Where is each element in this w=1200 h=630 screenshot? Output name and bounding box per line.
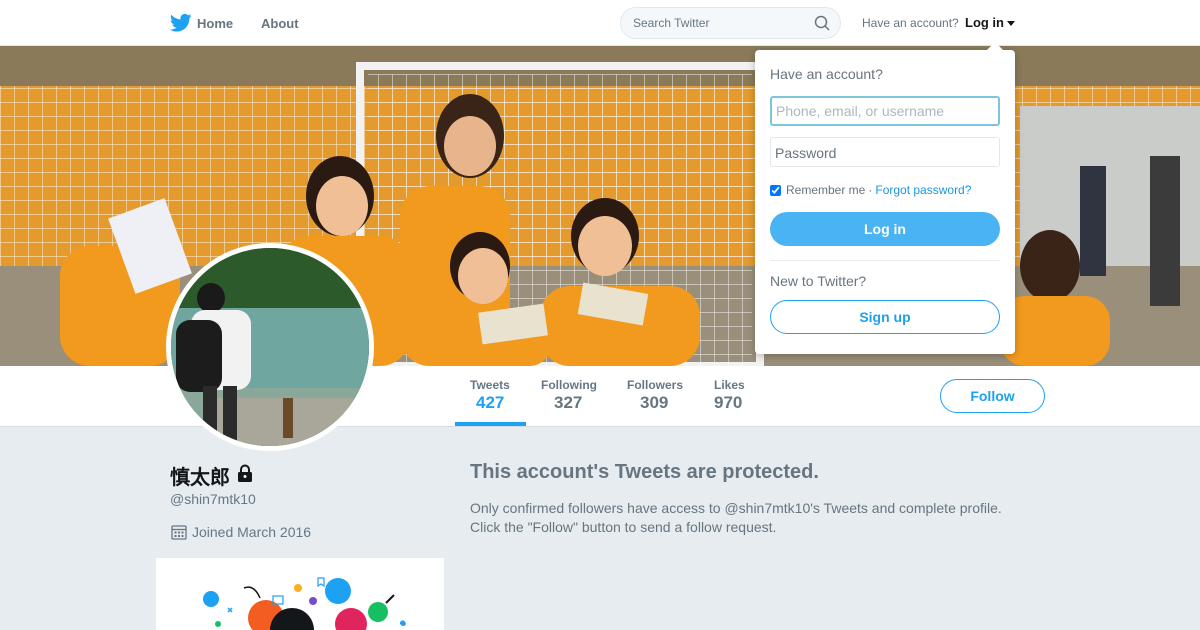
login-dropdown: Have an account? Password Remember me · … bbox=[755, 42, 1015, 354]
nav-about-link[interactable]: About bbox=[261, 16, 299, 31]
promo-card-illustration bbox=[203, 577, 406, 630]
username-field[interactable] bbox=[770, 96, 1000, 126]
lock-icon bbox=[238, 464, 252, 482]
search-icon[interactable] bbox=[814, 15, 830, 31]
stat-value: 309 bbox=[640, 393, 669, 412]
forgot-password-link[interactable]: Forgot password? bbox=[875, 183, 971, 197]
top-navigation-bar: Home About Search Twitter Have an accoun… bbox=[0, 0, 1200, 46]
stat-label: Followers bbox=[627, 378, 684, 392]
remember-me-label[interactable]: Remember me bbox=[786, 183, 865, 197]
twitter-bird-icon[interactable] bbox=[170, 13, 192, 33]
signup-button[interactable]: Sign up bbox=[770, 300, 1000, 334]
following-stat[interactable]: Following 327 bbox=[541, 378, 597, 413]
password-field[interactable] bbox=[770, 137, 1000, 167]
protected-message-line: Only confirmed followers have access to … bbox=[470, 500, 1002, 516]
remember-row: Remember me · Forgot password? bbox=[770, 183, 971, 197]
dropdown-heading: Have an account? bbox=[770, 66, 883, 82]
active-tab-indicator bbox=[455, 422, 526, 426]
nav-home-link[interactable]: Home bbox=[197, 16, 233, 31]
profile-handle[interactable]: @shin7mtk10 bbox=[170, 491, 256, 507]
dropdown-arrow bbox=[987, 42, 1003, 50]
calendar-icon bbox=[171, 525, 187, 540]
tweets-stat[interactable]: Tweets 427 bbox=[470, 378, 510, 413]
profile-name[interactable]: 慎太郎 bbox=[170, 461, 230, 490]
caret-down-icon[interactable] bbox=[1007, 21, 1015, 26]
promo-card bbox=[156, 558, 444, 630]
separator-dot: · bbox=[868, 183, 873, 197]
joined-date: Joined March 2016 bbox=[192, 524, 312, 540]
login-dropdown-toggle[interactable]: Log in bbox=[965, 15, 1004, 30]
login-button[interactable]: Log in bbox=[770, 212, 1000, 246]
search-box[interactable]: Search Twitter bbox=[620, 7, 841, 39]
stat-label: Following bbox=[541, 378, 597, 392]
follow-button[interactable]: Follow bbox=[940, 379, 1045, 413]
have-account-text: Have an account? bbox=[862, 16, 959, 30]
stat-value: 970 bbox=[714, 393, 743, 412]
protected-title: This account's Tweets are protected. bbox=[470, 461, 819, 483]
avatar-photo bbox=[171, 248, 369, 446]
new-to-twitter-text: New to Twitter? bbox=[770, 273, 867, 289]
stat-value: 427 bbox=[476, 393, 505, 412]
protected-message-line: Click the "Follow" button to send a foll… bbox=[470, 519, 777, 535]
stat-value: 327 bbox=[554, 393, 583, 412]
search-input[interactable]: Search Twitter bbox=[633, 16, 709, 30]
remember-me-checkbox[interactable] bbox=[770, 184, 781, 196]
followers-stat[interactable]: Followers 309 bbox=[627, 378, 683, 413]
divider bbox=[770, 260, 1000, 261]
protected-message: Only confirmed followers have access to … bbox=[470, 499, 1030, 537]
avatar[interactable] bbox=[166, 243, 374, 451]
likes-stat[interactable]: Likes 970 bbox=[714, 378, 745, 413]
stat-label: Likes bbox=[714, 378, 745, 392]
stat-label: Tweets bbox=[470, 378, 510, 392]
